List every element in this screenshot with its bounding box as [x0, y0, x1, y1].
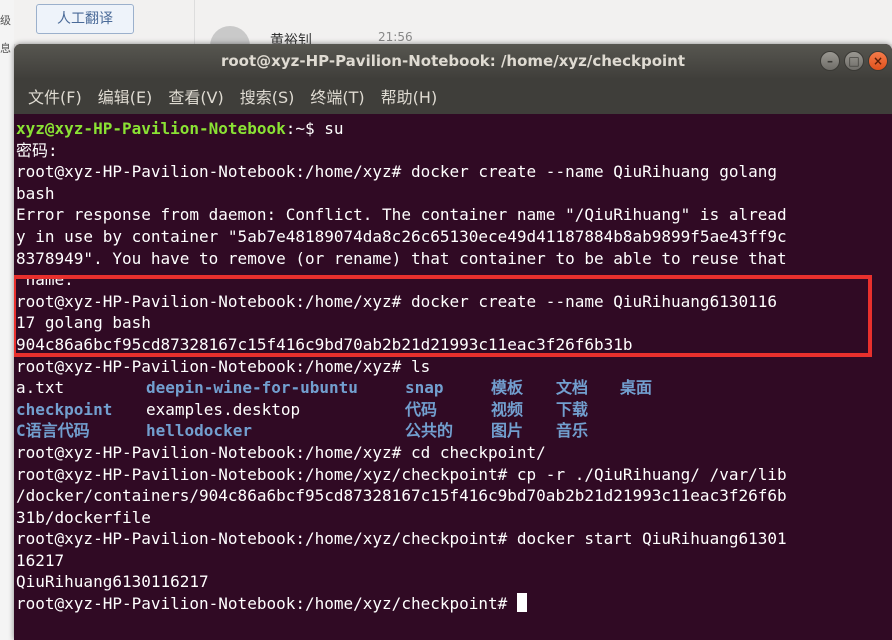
window-controls: – □ ×: [820, 51, 888, 71]
ls-entry: 桌面: [620, 378, 653, 398]
ls-entry: 公共的: [405, 421, 454, 441]
ls-entry: C语言代码: [16, 421, 90, 441]
terminal-line: Error response from daemon: Conflict. Th…: [16, 205, 787, 225]
ls-entry: examples.desktop: [146, 399, 301, 419]
terminal-line: root@xyz-HP-Pavilion-Notebook:/home/xyz#…: [16, 291, 777, 311]
terminal-line: root@xyz-HP-Pavilion-Notebook:/home/xyz#…: [16, 442, 546, 462]
terminal-line: 8378949". You have to remove (or rename)…: [16, 248, 787, 268]
avatar: [210, 26, 250, 46]
close-button[interactable]: ×: [868, 51, 888, 71]
terminal-line: QiuRihuang6130116217: [16, 572, 209, 592]
terminal-line: y in use by container "5ab7e48189074da8c…: [16, 226, 787, 246]
ls-entry: 模板: [491, 378, 524, 398]
ls-entry: 代码: [405, 399, 438, 419]
ls-entry: deepin-wine-for-ubuntu: [146, 378, 358, 398]
menu-search[interactable]: 搜索(S): [232, 84, 303, 108]
window-title: root@xyz-HP-Pavilion-Notebook: /home/xyz…: [220, 52, 686, 70]
ls-entry: 视频: [491, 399, 524, 419]
menu-bar: 文件(F) 编辑(E) 查看(V) 搜索(S) 终端(T) 帮助(H): [14, 78, 892, 114]
background-app-header: 人工翻译 黄裕钊 21:56: [14, 0, 892, 49]
menu-terminal[interactable]: 终端(T): [302, 84, 372, 108]
minimize-button[interactable]: –: [820, 51, 840, 71]
translate-button[interactable]: 人工翻译: [36, 4, 134, 34]
ls-entry: 下载: [556, 399, 589, 419]
contact-time: 21:56: [378, 30, 413, 44]
background-sidebar-text: 级: [0, 14, 11, 27]
terminal-line: /docker/containers/904c86a6bcf95cd873281…: [16, 486, 787, 506]
terminal-line: bash: [16, 183, 55, 203]
menu-help[interactable]: 帮助(H): [373, 84, 446, 108]
terminal-line: root@xyz-HP-Pavilion-Notebook:/home/xyz#…: [16, 162, 777, 182]
ls-entry: 音乐: [556, 421, 589, 441]
terminal-line: 密码:: [16, 140, 58, 160]
terminal-line: root@xyz-HP-Pavilion-Notebook:/home/xyz#…: [16, 356, 431, 376]
background-sidebar-text: 息: [0, 42, 11, 55]
terminal-line: 17 golang bash: [16, 313, 151, 333]
ls-entry: 图片: [491, 421, 524, 441]
terminal-line: root@xyz-HP-Pavilion-Notebook:/home/xyz/…: [16, 464, 787, 484]
ls-output-row: checkpoint examples.desktop 代码 视频 下载: [16, 399, 892, 421]
ls-entry: checkpoint: [16, 399, 113, 419]
ls-output-row: a.txt deepin-wine-for-ubuntu snap 模板 文档 …: [16, 377, 892, 399]
menu-view[interactable]: 查看(V): [160, 84, 231, 108]
menu-edit[interactable]: 编辑(E): [90, 84, 161, 108]
terminal-prompt-line: root@xyz-HP-Pavilion-Notebook:/home/xyz/…: [16, 593, 892, 615]
terminal-line: 16217: [16, 550, 65, 570]
ls-entry: hellodocker: [146, 421, 252, 441]
terminal-line: root@xyz-HP-Pavilion-Notebook:/home/xyz/…: [16, 529, 787, 549]
text-cursor: [516, 593, 527, 613]
divider: [194, 0, 195, 44]
current-prompt: root@xyz-HP-Pavilion-Notebook:/home/xyz/…: [16, 594, 517, 614]
ls-entry: a.txt: [16, 378, 65, 398]
prompt-command: :~$ su: [285, 119, 344, 138]
terminal-line: xyz@xyz-HP-Pavilion-Notebook:~$ su: [16, 118, 892, 140]
title-bar[interactable]: root@xyz-HP-Pavilion-Notebook: /home/xyz…: [14, 44, 892, 78]
prompt-user-host: xyz@xyz-HP-Pavilion-Notebook: [16, 119, 286, 138]
terminal-window: root@xyz-HP-Pavilion-Notebook: /home/xyz…: [14, 44, 892, 640]
terminal-line: name.: [16, 270, 74, 290]
maximize-button[interactable]: □: [844, 51, 864, 71]
ls-entry: snap: [405, 378, 444, 398]
terminal-line: 31b/dockerfile: [16, 507, 151, 527]
menu-file[interactable]: 文件(F): [20, 84, 90, 108]
terminal-line: 904c86a6bcf95cd87328167c15f416c9bd70ab2b…: [16, 334, 633, 354]
background-sidebar: 级 息: [0, 0, 15, 640]
terminal-output[interactable]: xyz@xyz-HP-Pavilion-Notebook:~$ su 密码: r…: [14, 114, 892, 640]
ls-entry: 文档: [556, 378, 589, 398]
ls-output-row: C语言代码 hellodocker 公共的 图片 音乐: [16, 420, 892, 442]
